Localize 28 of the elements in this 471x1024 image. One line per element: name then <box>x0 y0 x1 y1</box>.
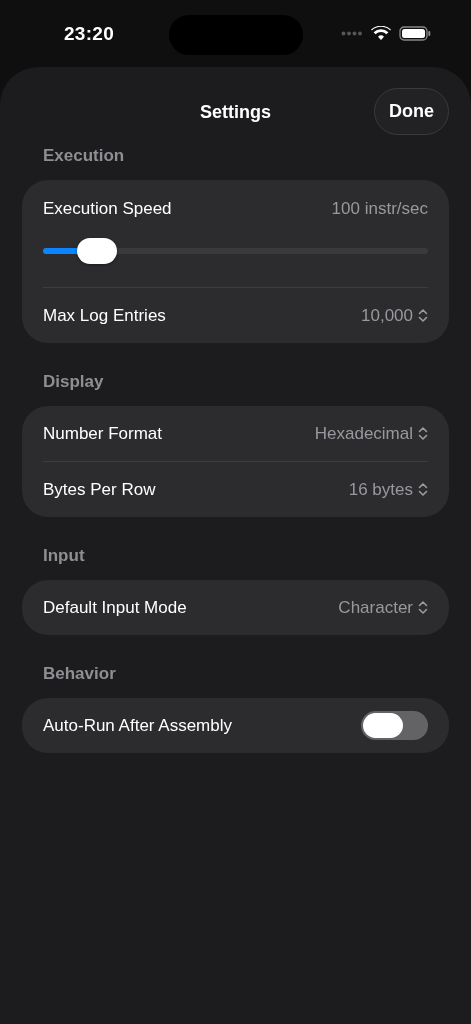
picker-button[interactable]: 16 bytes <box>348 479 428 500</box>
chevron-updown-icon <box>418 482 428 497</box>
setting-label: Number Format <box>43 423 163 444</box>
section-header: Input <box>42 546 86 567</box>
chevron-updown-icon <box>418 308 428 323</box>
wifi-icon <box>371 26 391 41</box>
done-button[interactable]: Done <box>374 88 449 135</box>
sheet-title: Settings <box>200 101 271 123</box>
status-time: 23:20 <box>64 22 115 45</box>
section-header: Display <box>42 372 105 393</box>
toggle-switch[interactable] <box>361 711 428 740</box>
setting-label: Auto-Run After Assembly <box>43 715 232 736</box>
setting-label: Execution Speed <box>43 199 172 219</box>
slider-thumb[interactable] <box>76 238 117 264</box>
picker-button[interactable]: Character <box>338 597 428 618</box>
picker-button[interactable]: Hexadecimal <box>314 423 428 444</box>
chevron-updown-icon <box>418 426 428 441</box>
slider-track[interactable] <box>43 238 428 264</box>
signal-dots-icon <box>341 31 363 36</box>
setting-label: Bytes Per Row <box>43 479 156 500</box>
battery-icon <box>399 26 431 41</box>
setting-label: Default Input Mode <box>43 597 187 618</box>
setting-value: 100 instr/sec <box>331 199 428 219</box>
setting-label: Max Log Entries <box>43 305 166 326</box>
section-header: Execution <box>42 146 126 167</box>
picker-button[interactable]: 10,000 <box>361 305 428 326</box>
chevron-updown-icon <box>418 600 428 615</box>
section-header: Behavior <box>42 664 117 685</box>
